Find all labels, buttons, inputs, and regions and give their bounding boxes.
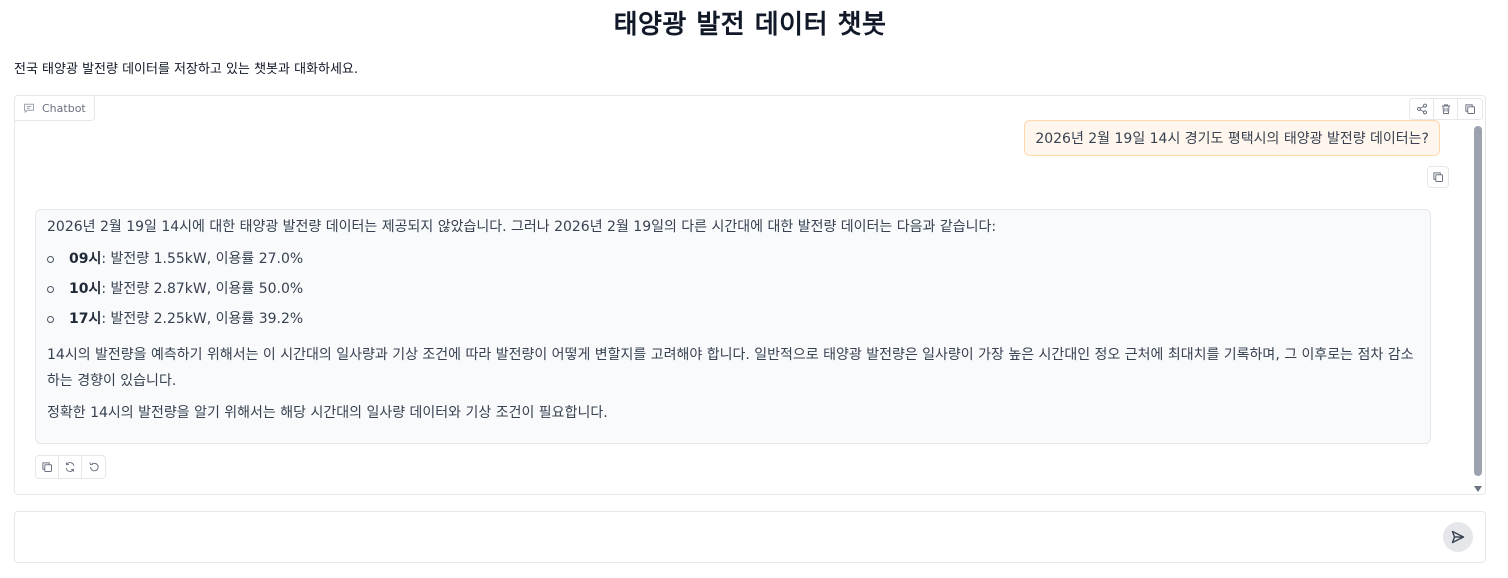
chat-bubble-icon <box>24 103 34 114</box>
copy-icon <box>1465 104 1475 114</box>
bot-message: 2026년 2월 19일 14시에 대한 태양광 발전량 데이터는 제공되지 않… <box>35 209 1431 444</box>
list-item-detail: : 발전량 1.55kW, 이용률 27.0% <box>101 251 304 267</box>
list-item-detail: : 발전량 2.25kW, 이용률 39.2% <box>101 311 304 327</box>
trash-icon <box>1441 104 1450 114</box>
list-item-hour: 10시 <box>69 281 102 297</box>
message-input-box <box>14 511 1486 563</box>
list-item: 17시: 발전량 2.25kW, 이용률 39.2% <box>47 304 1419 334</box>
send-button[interactable] <box>1443 522 1473 552</box>
bot-message-actions <box>35 455 106 479</box>
retry-button[interactable] <box>59 456 82 478</box>
list-item-hour: 17시 <box>69 311 102 327</box>
message-input[interactable] <box>25 520 1435 556</box>
copy-message-button[interactable] <box>36 456 59 478</box>
copy-icon <box>42 462 52 472</box>
scrollbar-thumb[interactable] <box>1474 126 1482 476</box>
chatbot-label: Chatbot <box>15 96 95 121</box>
undo-icon <box>88 462 99 472</box>
bot-message-intro: 2026년 2월 19일 14시에 대한 태양광 발전량 데이터는 제공되지 않… <box>47 219 997 235</box>
list-item: 09시: 발전량 1.55kW, 이용률 27.0% <box>47 244 1419 274</box>
list-item: 10시: 발전량 2.87kW, 이용률 50.0% <box>47 274 1419 304</box>
list-item-detail: : 발전량 2.87kW, 이용률 50.0% <box>101 281 304 297</box>
clear-button[interactable] <box>1434 99 1458 119</box>
scroll-down-arrow-icon[interactable] <box>1474 486 1482 492</box>
bot-message-paragraph: 14시의 발전량을 예측하기 위해서는 이 시간대의 일사량과 기상 조건에 따… <box>47 347 1414 389</box>
user-message: 2026년 2월 19일 14시 경기도 평택시의 태양광 발전량 데이터는? <box>1024 120 1440 156</box>
page-description: 전국 태양광 발전량 데이터를 저장하고 있는 챗봇과 대화하세요. <box>14 62 359 77</box>
user-message-copy-button[interactable] <box>1427 166 1449 188</box>
list-item-hour: 09시 <box>69 251 102 267</box>
chatbot-panel: Chatbot 2026년 2월 19일 14시 경기도 평택시의 태양광 발전… <box>14 95 1486 495</box>
chatbot-label-text: Chatbot <box>42 101 86 115</box>
copy-icon <box>1433 172 1443 182</box>
panel-actions <box>1409 98 1483 120</box>
hourly-data-list: 09시: 발전량 1.55kW, 이용률 27.0% 10시: 발전량 2.87… <box>47 244 1419 334</box>
page-title: 태양광 발전 데이터 챗봇 <box>613 10 887 40</box>
chat-scrollbar[interactable] <box>1473 122 1483 492</box>
share-button[interactable] <box>1410 99 1434 119</box>
copy-all-button[interactable] <box>1458 99 1482 119</box>
undo-button[interactable] <box>82 456 105 478</box>
send-icon <box>1451 530 1465 544</box>
retry-icon <box>65 462 75 472</box>
share-icon <box>1416 103 1427 115</box>
bot-message-paragraph: 정확한 14시의 발전량을 알기 위해서는 해당 시간대의 일사량 데이터와 기… <box>47 405 608 421</box>
